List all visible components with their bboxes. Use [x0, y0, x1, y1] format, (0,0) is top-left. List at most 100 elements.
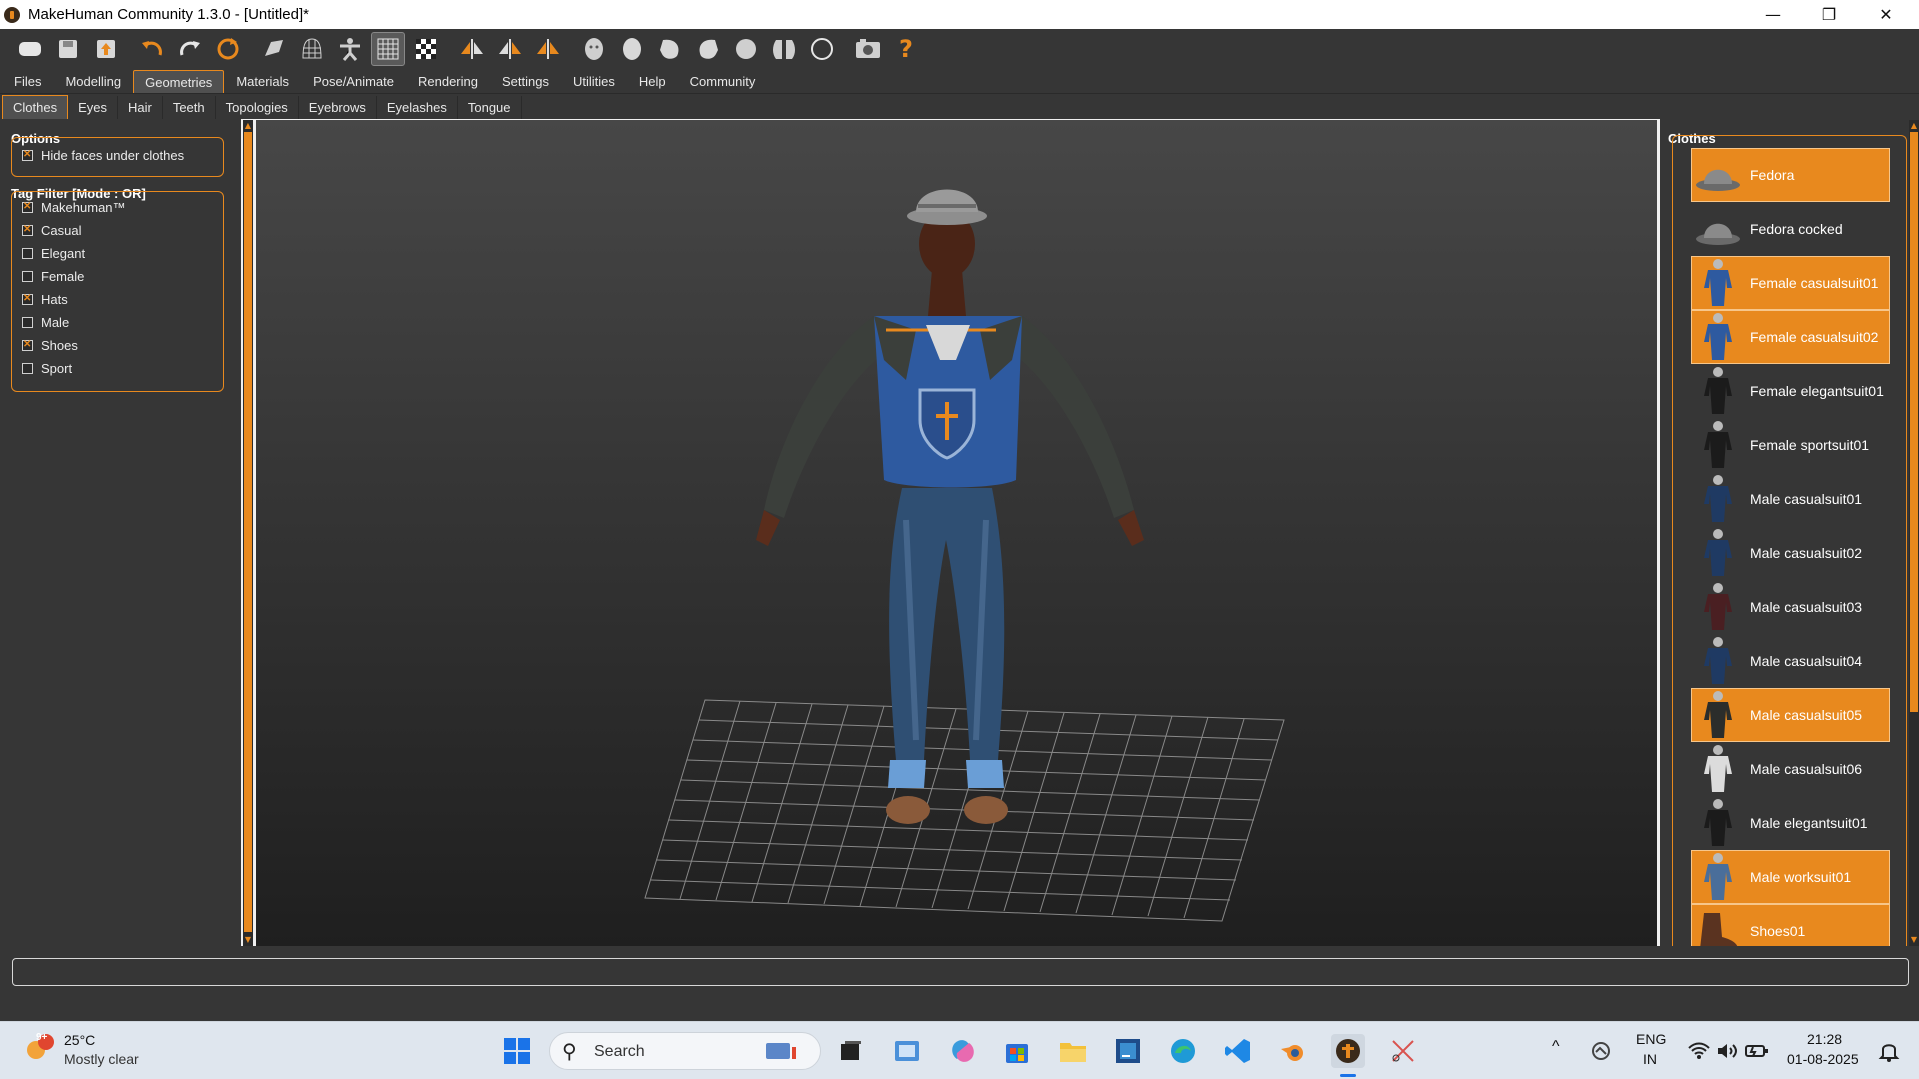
clothes-item[interactable]: Fedora [1691, 148, 1890, 202]
top-view-icon[interactable] [729, 32, 763, 66]
checkbox-icon[interactable] [22, 149, 33, 161]
snipping-tool-icon[interactable] [1386, 1034, 1420, 1068]
widgets-icon[interactable] [890, 1034, 924, 1068]
hide-faces-checkbox[interactable]: Hide faces under clothes [22, 146, 184, 164]
tab-utilities[interactable]: Utilities [561, 69, 627, 93]
symmetry-icon[interactable] [531, 32, 565, 66]
clothes-item[interactable]: Female elegantsuit01 [1692, 365, 1889, 417]
left-panel-scrollbar[interactable]: ▲ ▼ [243, 120, 253, 946]
language-top[interactable]: ENG [1636, 1031, 1666, 1047]
save-icon[interactable] [51, 32, 85, 66]
subtab-tongue[interactable]: Tongue [458, 96, 522, 119]
edge-icon[interactable] [1166, 1034, 1200, 1068]
checkbox-icon[interactable] [22, 270, 33, 282]
onedrive-icon[interactable] [1584, 1034, 1618, 1068]
pycharm-icon[interactable] [1111, 1034, 1145, 1068]
store-icon[interactable] [1000, 1034, 1034, 1068]
tab-geometries[interactable]: Geometries [133, 70, 225, 93]
export-icon[interactable] [89, 32, 123, 66]
left-view-icon[interactable] [653, 32, 687, 66]
tray-chevron-icon[interactable]: ^ [1552, 1038, 1560, 1056]
language-bottom[interactable]: IN [1643, 1051, 1657, 1067]
tag-sport-checkbox[interactable]: Sport [22, 359, 72, 377]
blender-icon[interactable] [1276, 1034, 1310, 1068]
symmetry-right-icon[interactable] [455, 32, 489, 66]
3d-viewport[interactable] [256, 120, 1657, 946]
subtab-eyelashes[interactable]: Eyelashes [377, 96, 458, 119]
subtab-eyes[interactable]: Eyes [68, 96, 118, 119]
taskbar-search[interactable]: ⚲ Search [549, 1032, 821, 1070]
checkbox-icon[interactable] [22, 247, 33, 259]
clothes-item[interactable]: Male casualsuit02 [1692, 527, 1889, 579]
close-button[interactable]: ✕ [1858, 0, 1914, 29]
undo-icon[interactable] [135, 32, 169, 66]
reset-icon[interactable] [211, 32, 245, 66]
clothes-item[interactable]: Male casualsuit01 [1692, 473, 1889, 525]
bottom-view-icon[interactable] [767, 32, 801, 66]
tab-modelling[interactable]: Modelling [53, 69, 133, 93]
tag-casual-checkbox[interactable]: Casual [22, 221, 81, 239]
task-view-icon[interactable] [834, 1034, 868, 1068]
scroll-down-icon[interactable]: ▼ [243, 934, 253, 946]
tag-makehuman-checkbox[interactable]: Makehuman™ [22, 198, 126, 216]
makehuman-taskbar-icon[interactable] [1331, 1034, 1365, 1068]
wireframe-icon[interactable] [295, 32, 329, 66]
battery-icon[interactable] [1740, 1034, 1774, 1068]
clothes-item[interactable]: Female casualsuit02 [1691, 310, 1890, 364]
tab-files[interactable]: Files [2, 69, 53, 93]
weather-temp[interactable]: 25°C [64, 1032, 95, 1048]
tag-female-checkbox[interactable]: Female [22, 267, 84, 285]
screenshot-icon[interactable] [851, 32, 885, 66]
redo-icon[interactable] [173, 32, 207, 66]
tab-settings[interactable]: Settings [490, 69, 561, 93]
checkbox-icon[interactable] [22, 316, 33, 328]
vscode-icon[interactable] [1221, 1034, 1255, 1068]
scrollbar-thumb[interactable] [1910, 132, 1918, 712]
symmetry-left-icon[interactable] [493, 32, 527, 66]
weather-desc[interactable]: Mostly clear [64, 1051, 139, 1067]
tag-hats-checkbox[interactable]: Hats [22, 290, 68, 308]
subtab-clothes[interactable]: Clothes [2, 95, 69, 119]
grid-icon[interactable] [371, 31, 405, 66]
minimize-button[interactable]: — [1745, 0, 1801, 29]
clothes-item[interactable]: Male casualsuit05 [1691, 688, 1890, 742]
maximize-button[interactable]: ❐ [1801, 0, 1857, 29]
tab-community[interactable]: Community [678, 69, 768, 93]
clothes-item[interactable]: Male casualsuit03 [1692, 581, 1889, 633]
file-explorer-icon[interactable] [1056, 1034, 1090, 1068]
tab-pose-animate[interactable]: Pose/Animate [301, 69, 406, 93]
tag-elegant-checkbox[interactable]: Elegant [22, 244, 85, 262]
tag-male-checkbox[interactable]: Male [22, 313, 69, 331]
copilot-icon[interactable] [946, 1034, 980, 1068]
notification-bell-icon[interactable] [1872, 1034, 1906, 1068]
tab-help[interactable]: Help [627, 69, 678, 93]
front-view-icon[interactable] [577, 32, 611, 66]
clothes-item[interactable]: Male worksuit01 [1691, 850, 1890, 904]
start-icon[interactable] [500, 1034, 534, 1068]
help-icon[interactable]: ? [889, 32, 923, 66]
back-view-icon[interactable] [615, 32, 649, 66]
tab-rendering[interactable]: Rendering [406, 69, 490, 93]
scrollbar-thumb[interactable] [244, 132, 252, 932]
checkbox-icon[interactable] [22, 362, 33, 374]
clothes-item[interactable]: Female casualsuit01 [1691, 256, 1890, 310]
reset-camera-icon[interactable] [805, 32, 839, 66]
checkbox-icon[interactable] [22, 293, 33, 305]
right-view-icon[interactable] [691, 32, 725, 66]
subtab-eyebrows[interactable]: Eyebrows [299, 96, 377, 119]
clothes-item[interactable]: Male casualsuit04 [1692, 635, 1889, 687]
subtab-topologies[interactable]: Topologies [216, 96, 299, 119]
volume-icon[interactable] [1710, 1034, 1744, 1068]
clothes-item[interactable]: Female sportsuit01 [1692, 419, 1889, 471]
subtab-teeth[interactable]: Teeth [163, 96, 216, 119]
checker-icon[interactable] [409, 32, 443, 66]
clothes-item[interactable]: Male elegantsuit01 [1692, 797, 1889, 849]
human-model-render[interactable] [256, 120, 1657, 946]
scroll-down-icon[interactable]: ▼ [1909, 934, 1919, 946]
checkbox-icon[interactable] [22, 224, 33, 236]
clock-date[interactable]: 01-08-2025 [1787, 1051, 1859, 1067]
new-file-icon[interactable] [13, 32, 47, 66]
checkbox-icon[interactable] [22, 201, 33, 213]
clothes-item[interactable]: Male casualsuit06 [1692, 743, 1889, 795]
checkbox-icon[interactable] [22, 339, 33, 351]
